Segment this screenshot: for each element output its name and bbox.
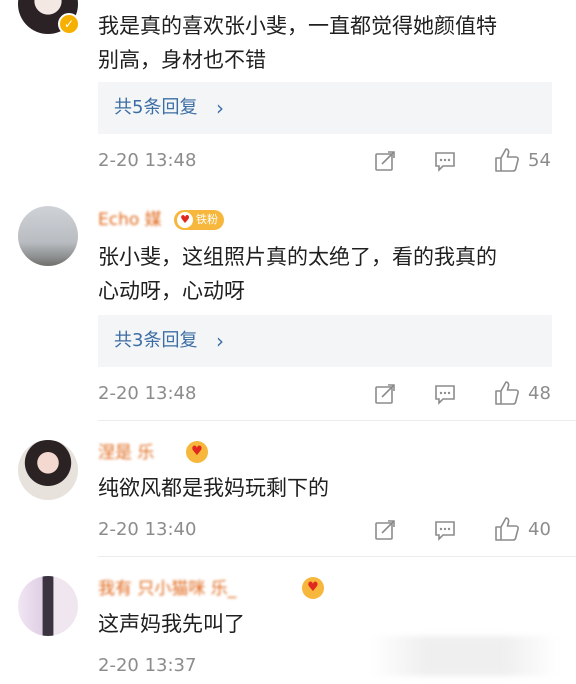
- username[interactable]: Echo 媒: [98, 209, 162, 231]
- replies-link[interactable]: 共3条回复 ›: [98, 315, 552, 367]
- fan-badge-label: 铁粉: [196, 213, 218, 226]
- username[interactable]: 我有 只小猫咪 乐_: [98, 578, 236, 600]
- comment-icon[interactable]: [434, 519, 456, 541]
- avatar[interactable]: [18, 576, 78, 636]
- repost-icon[interactable]: [374, 519, 396, 541]
- crown-icon: ♥: [302, 577, 324, 599]
- username[interactable]: 涅是 乐: [98, 442, 154, 464]
- crown-icon: ♥: [186, 441, 208, 463]
- comment-text: 纯欲风都是我妈玩剩下的: [98, 476, 329, 500]
- like-count: 54: [528, 150, 551, 171]
- verified-badge-icon: ✓: [58, 13, 80, 35]
- timestamp: 2-20 13:37: [98, 655, 197, 676]
- comment-icon[interactable]: [434, 383, 456, 405]
- replies-link[interactable]: 共5条回复 ›: [98, 82, 552, 134]
- like-count: 40: [528, 519, 551, 540]
- chevron-right-icon: ›: [216, 96, 224, 120]
- timestamp: 2-20 13:40: [98, 519, 197, 540]
- like-icon[interactable]: [494, 147, 520, 173]
- timestamp: 2-20 13:48: [98, 150, 197, 171]
- crown-icon: ♥: [177, 212, 193, 228]
- replies-label: 共5条回复: [114, 97, 198, 118]
- avatar[interactable]: [18, 206, 78, 266]
- timestamp: 2-20 13:48: [98, 383, 197, 404]
- repost-icon[interactable]: [374, 383, 396, 405]
- repost-icon[interactable]: [374, 150, 396, 172]
- divider: [98, 420, 576, 421]
- watermark: [370, 636, 560, 676]
- divider: [98, 556, 576, 557]
- comment-meta: 2-20 13:48 54: [98, 146, 576, 176]
- fan-badge: ♥ 铁粉: [174, 210, 224, 230]
- like-icon[interactable]: [494, 380, 520, 406]
- replies-label: 共3条回复: [114, 330, 198, 351]
- like-icon[interactable]: [494, 516, 520, 542]
- comment-text: 张小斐，这组照片真的太绝了，看的我真的 心动呀，心动呀: [98, 245, 497, 303]
- comment-meta: 2-20 13:40 40: [98, 515, 576, 545]
- comment-meta: 2-20 13:48 48: [98, 379, 576, 409]
- comment-icon[interactable]: [434, 150, 456, 172]
- avatar[interactable]: [18, 440, 78, 500]
- comment-text: 我是真的喜欢张小斐，一直都觉得她颜值特 别高，身材也不错: [98, 14, 497, 72]
- chevron-right-icon: ›: [216, 329, 224, 353]
- like-count: 48: [528, 383, 551, 404]
